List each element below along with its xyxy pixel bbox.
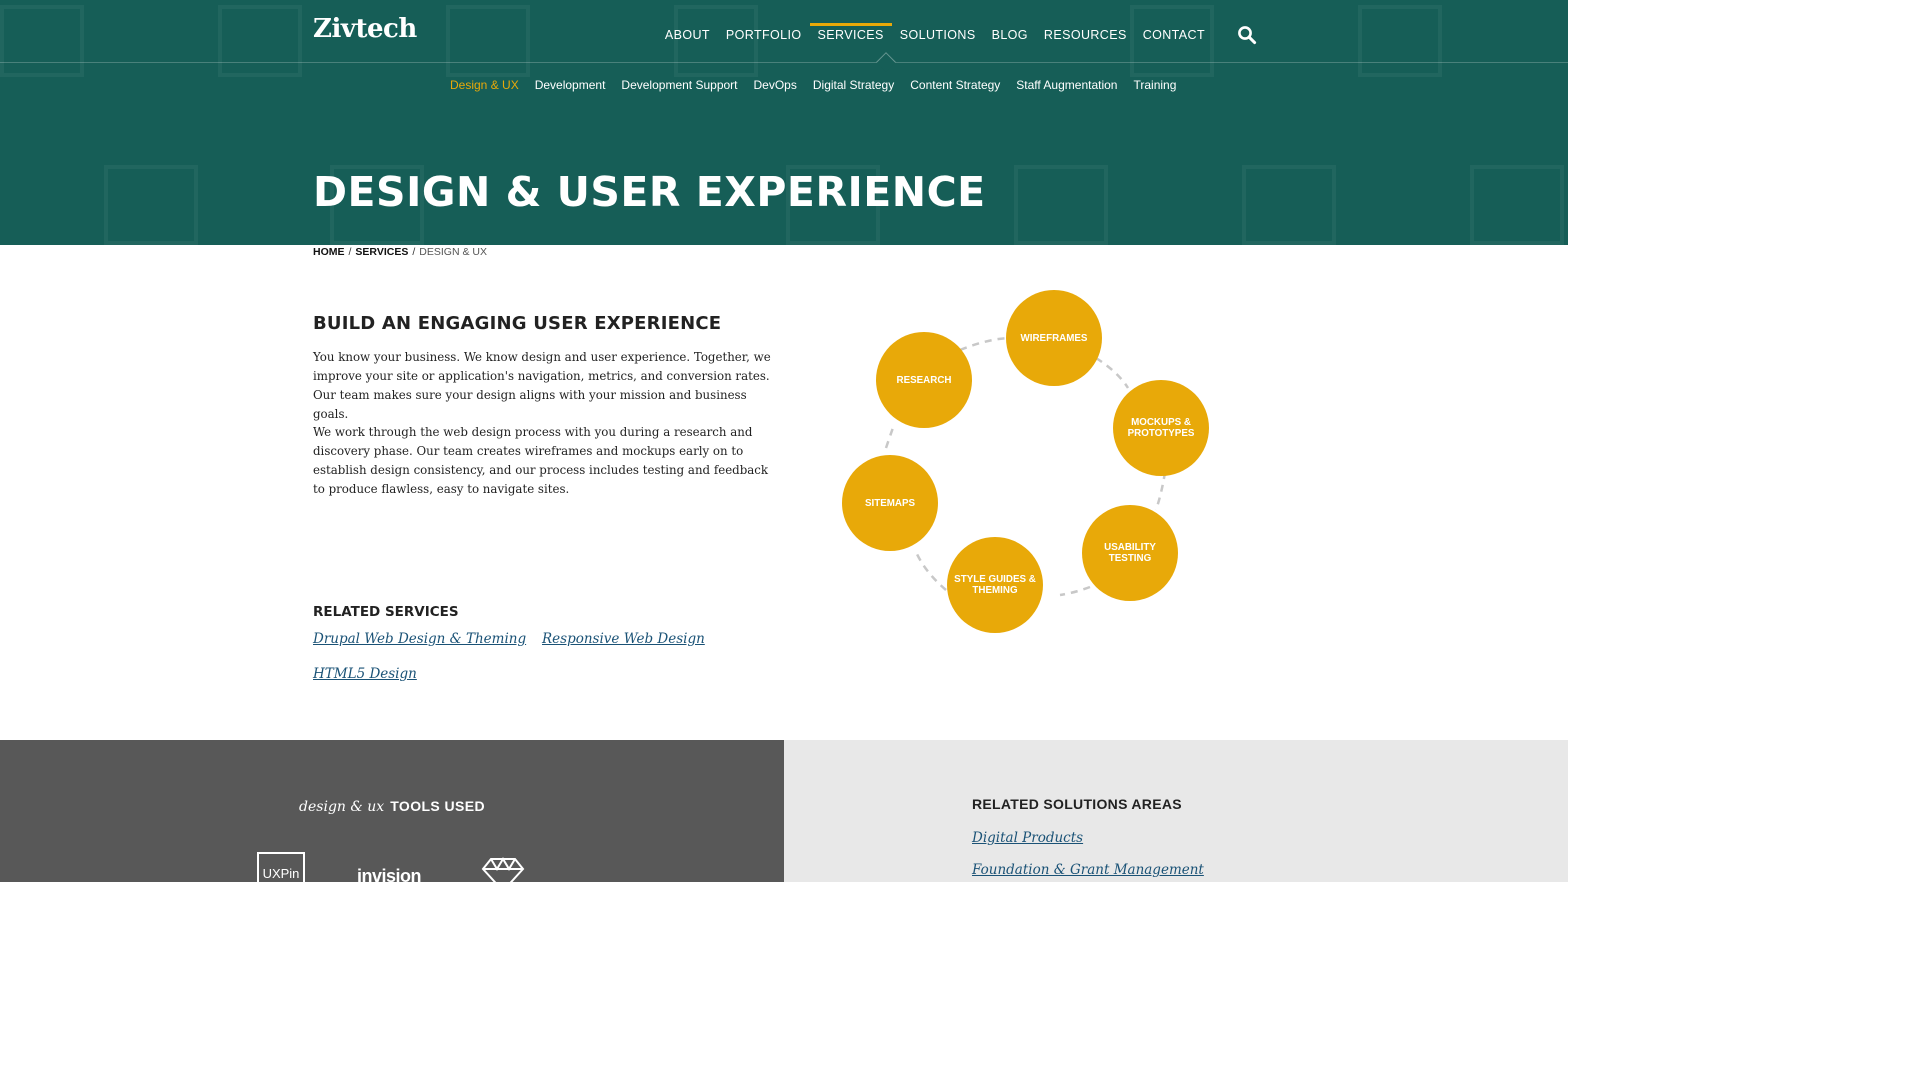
- subnav-training[interactable]: Training: [1125, 78, 1184, 92]
- process-step-style-guides: STYLE GUIDES & THEMING: [947, 537, 1043, 633]
- page-title: DESIGN & USER EXPERIENCE: [313, 168, 986, 216]
- tools-heading-italic: design & ux: [299, 799, 385, 815]
- uxpin-logo: UXPin: [257, 852, 305, 892]
- nav-about[interactable]: ABOUT: [657, 28, 718, 42]
- invision-logo: invision: [357, 866, 422, 886]
- intro-paragraph: You know your business. We know design a…: [313, 350, 771, 421]
- process-step-sitemaps: SITEMAPS: [842, 455, 938, 551]
- breadcrumb-home[interactable]: HOME: [313, 246, 345, 258]
- sketch-diamond-icon: [481, 857, 525, 887]
- process-step-research: RESEARCH: [876, 332, 972, 428]
- related-service-link[interactable]: Drupal Web Design & Theming: [313, 631, 526, 647]
- subnav-devops[interactable]: DevOps: [746, 78, 805, 92]
- related-service-link[interactable]: Responsive Web Design: [542, 631, 705, 647]
- nav-services[interactable]: SERVICES: [809, 23, 892, 42]
- zivtech-logo[interactable]: Zivtech: [313, 14, 417, 44]
- subnav-content-strategy[interactable]: Content Strategy: [902, 78, 1008, 92]
- breadcrumb-separator: /: [412, 246, 416, 258]
- process-step-wireframes: WIREFRAMES: [1006, 290, 1102, 386]
- subnav-development-support[interactable]: Development Support: [613, 78, 745, 92]
- nav-blog[interactable]: BLOG: [984, 28, 1036, 42]
- related-solution-link[interactable]: Digital Products: [972, 830, 1083, 846]
- nav-contact[interactable]: CONTACT: [1135, 28, 1213, 42]
- related-service-link[interactable]: HTML5 Design: [313, 666, 417, 682]
- design-process-diagram: RESEARCH WIREFRAMES MOCKUPS & PROTOTYPES…: [830, 280, 1230, 650]
- intro-heading: BUILD AN ENGAGING USER EXPERIENCE: [313, 313, 722, 334]
- search-icon[interactable]: [1237, 25, 1257, 45]
- nav-resources[interactable]: RESOURCES: [1036, 28, 1135, 42]
- breadcrumb: HOME / SERVICES / DESIGN & UX: [313, 246, 487, 258]
- nav-portfolio[interactable]: PORTFOLIO: [718, 28, 810, 42]
- breadcrumb-separator: /: [348, 246, 352, 258]
- main-nav: ABOUT PORTFOLIO SERVICES SOLUTIONS BLOG …: [657, 23, 1213, 42]
- tools-heading: design & ux TOOLS USED: [0, 798, 784, 816]
- subnav-design-ux[interactable]: Design & UX: [442, 78, 527, 92]
- services-subnav: Design & UX Development Development Supp…: [442, 78, 1184, 92]
- breadcrumb-services[interactable]: SERVICES: [355, 246, 408, 258]
- related-services-heading: RELATED SERVICES: [313, 604, 459, 620]
- process-step-usability-testing: USABILITY TESTING: [1082, 505, 1178, 601]
- related-solutions-heading: RELATED SOLUTIONS AREAS: [972, 796, 1182, 812]
- nav-solutions[interactable]: SOLUTIONS: [892, 28, 984, 42]
- process-step-mockups: MOCKUPS & PROTOTYPES: [1113, 380, 1209, 476]
- subnav-staff-augmentation[interactable]: Staff Augmentation: [1008, 78, 1125, 92]
- subnav-digital-strategy[interactable]: Digital Strategy: [805, 78, 902, 92]
- tools-heading-text: TOOLS USED: [390, 798, 485, 814]
- breadcrumb-current: DESIGN & UX: [419, 246, 487, 258]
- intro-paragraph: We work through the web design process w…: [313, 425, 769, 496]
- header-divider: [0, 62, 1568, 63]
- subnav-development[interactable]: Development: [527, 78, 614, 92]
- related-solution-link[interactable]: Foundation & Grant Management: [972, 862, 1204, 878]
